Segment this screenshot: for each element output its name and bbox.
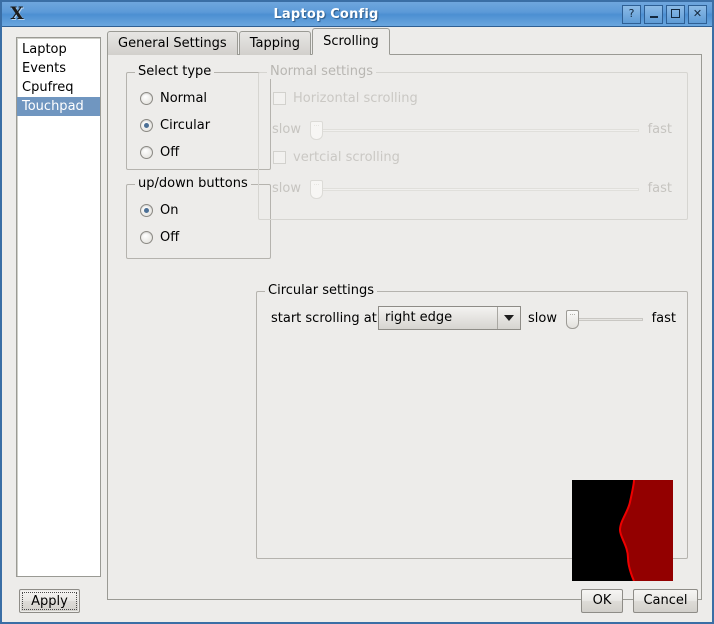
radio-circular[interactable]: Circular: [140, 118, 210, 133]
horizontal-scrolling-label: Horizontal scrolling: [293, 91, 418, 106]
window-body: Laptop Events Cpufreq Touchpad General S…: [2, 27, 712, 622]
horizontal-scrolling-checkbox[interactable]: [273, 92, 286, 105]
laptop-config-window: X Laptop Config ? ✕ Laptop Events Cpufre…: [0, 0, 714, 624]
touchpad-corner-preview: [572, 480, 673, 581]
circular-slider-knob[interactable]: [565, 309, 579, 329]
scrolling-tab-panel: Select type Normal Circular Off up/down …: [107, 54, 702, 600]
vertical-slider-max-label: fast: [647, 181, 672, 196]
sidebar-item-touchpad[interactable]: Touchpad: [17, 97, 100, 116]
settings-notebook: General Settings Tapping Scrolling Selec…: [107, 28, 702, 600]
radio-off-indicator[interactable]: [140, 146, 153, 159]
circular-settings-legend: Circular settings: [265, 284, 378, 298]
cancel-button[interactable]: Cancel: [633, 589, 698, 613]
radio-circular-label: Circular: [160, 118, 211, 133]
horizontal-speed-slider[interactable]: slow fast: [272, 120, 672, 140]
normal-settings-legend: Normal settings: [267, 65, 377, 79]
circular-speed-slider[interactable]: slow fast: [528, 309, 676, 329]
touchpad-region-svg: [572, 480, 673, 581]
title-bar: X Laptop Config ? ✕: [2, 2, 712, 27]
radio-updown-off-indicator[interactable]: [140, 231, 153, 244]
category-list[interactable]: Laptop Events Cpufreq Touchpad: [16, 37, 101, 577]
radio-updown-off-label: Off: [160, 230, 180, 245]
start-scrolling-combo[interactable]: right edge: [378, 306, 521, 330]
radio-off-label: Off: [160, 145, 180, 160]
maximize-button[interactable]: [666, 4, 685, 24]
start-scrolling-label: start scrolling at:: [271, 311, 382, 326]
sidebar-item-laptop[interactable]: Laptop: [17, 40, 100, 59]
select-type-legend: Select type: [135, 65, 215, 79]
updown-buttons-group: up/down buttons On Off: [126, 177, 271, 259]
start-scrolling-combo-value: right edge: [385, 310, 453, 325]
radio-normal[interactable]: Normal: [140, 91, 207, 106]
x-logo-icon: X: [10, 4, 24, 24]
ok-button[interactable]: OK: [581, 589, 623, 613]
horizontal-slider-max-label: fast: [647, 122, 672, 137]
help-button[interactable]: ?: [622, 4, 641, 24]
horizontal-scrolling-checkbox-row[interactable]: Horizontal scrolling: [273, 91, 418, 106]
horizontal-slider-min-label: slow: [272, 122, 301, 137]
tab-tapping[interactable]: Tapping: [238, 31, 312, 55]
vertical-scrolling-checkbox-row[interactable]: vertcial scrolling: [273, 150, 400, 165]
horizontal-slider-knob[interactable]: [309, 120, 323, 140]
sidebar-item-cpufreq[interactable]: Cpufreq: [17, 78, 100, 97]
tab-general-settings[interactable]: General Settings: [107, 31, 238, 55]
radio-updown-off[interactable]: Off: [140, 230, 179, 245]
horizontal-slider-track[interactable]: [309, 120, 639, 140]
radio-updown-on-label: On: [160, 203, 179, 218]
radio-normal-indicator[interactable]: [140, 92, 153, 105]
radio-normal-label: Normal: [160, 91, 208, 106]
vertical-slider-min-label: slow: [272, 181, 301, 196]
tab-scrolling[interactable]: Scrolling: [312, 28, 390, 55]
radio-updown-on[interactable]: On: [140, 203, 178, 218]
apply-button-label: Apply: [22, 592, 77, 610]
updown-buttons-legend: up/down buttons: [135, 177, 251, 191]
circular-slider-min-label: slow: [528, 311, 557, 326]
radio-updown-on-indicator[interactable]: [140, 204, 153, 217]
vertical-scrolling-checkbox[interactable]: [273, 151, 286, 164]
vertical-scrolling-label: vertcial scrolling: [293, 150, 400, 165]
vertical-speed-slider[interactable]: slow fast: [272, 179, 672, 199]
minimize-button[interactable]: [644, 4, 663, 24]
vertical-slider-knob[interactable]: [309, 179, 323, 199]
circular-slider-max-label: fast: [651, 311, 676, 326]
radio-off[interactable]: Off: [140, 145, 179, 160]
vertical-slider-track[interactable]: [309, 179, 639, 199]
sidebar-item-events[interactable]: Events: [17, 59, 100, 78]
close-button[interactable]: ✕: [688, 4, 707, 24]
normal-settings-group: Normal settings Horizontal scrolling slo…: [258, 65, 688, 220]
window-title: Laptop Config: [273, 6, 379, 22]
apply-button[interactable]: Apply: [19, 589, 80, 613]
circular-slider-track[interactable]: [565, 309, 643, 329]
window-controls: ? ✕: [622, 4, 707, 24]
chevron-down-icon[interactable]: [497, 307, 520, 329]
select-type-group: Select type Normal Circular Off: [126, 65, 271, 170]
radio-circular-indicator[interactable]: [140, 119, 153, 132]
tab-strip: General Settings Tapping Scrolling: [107, 28, 702, 55]
